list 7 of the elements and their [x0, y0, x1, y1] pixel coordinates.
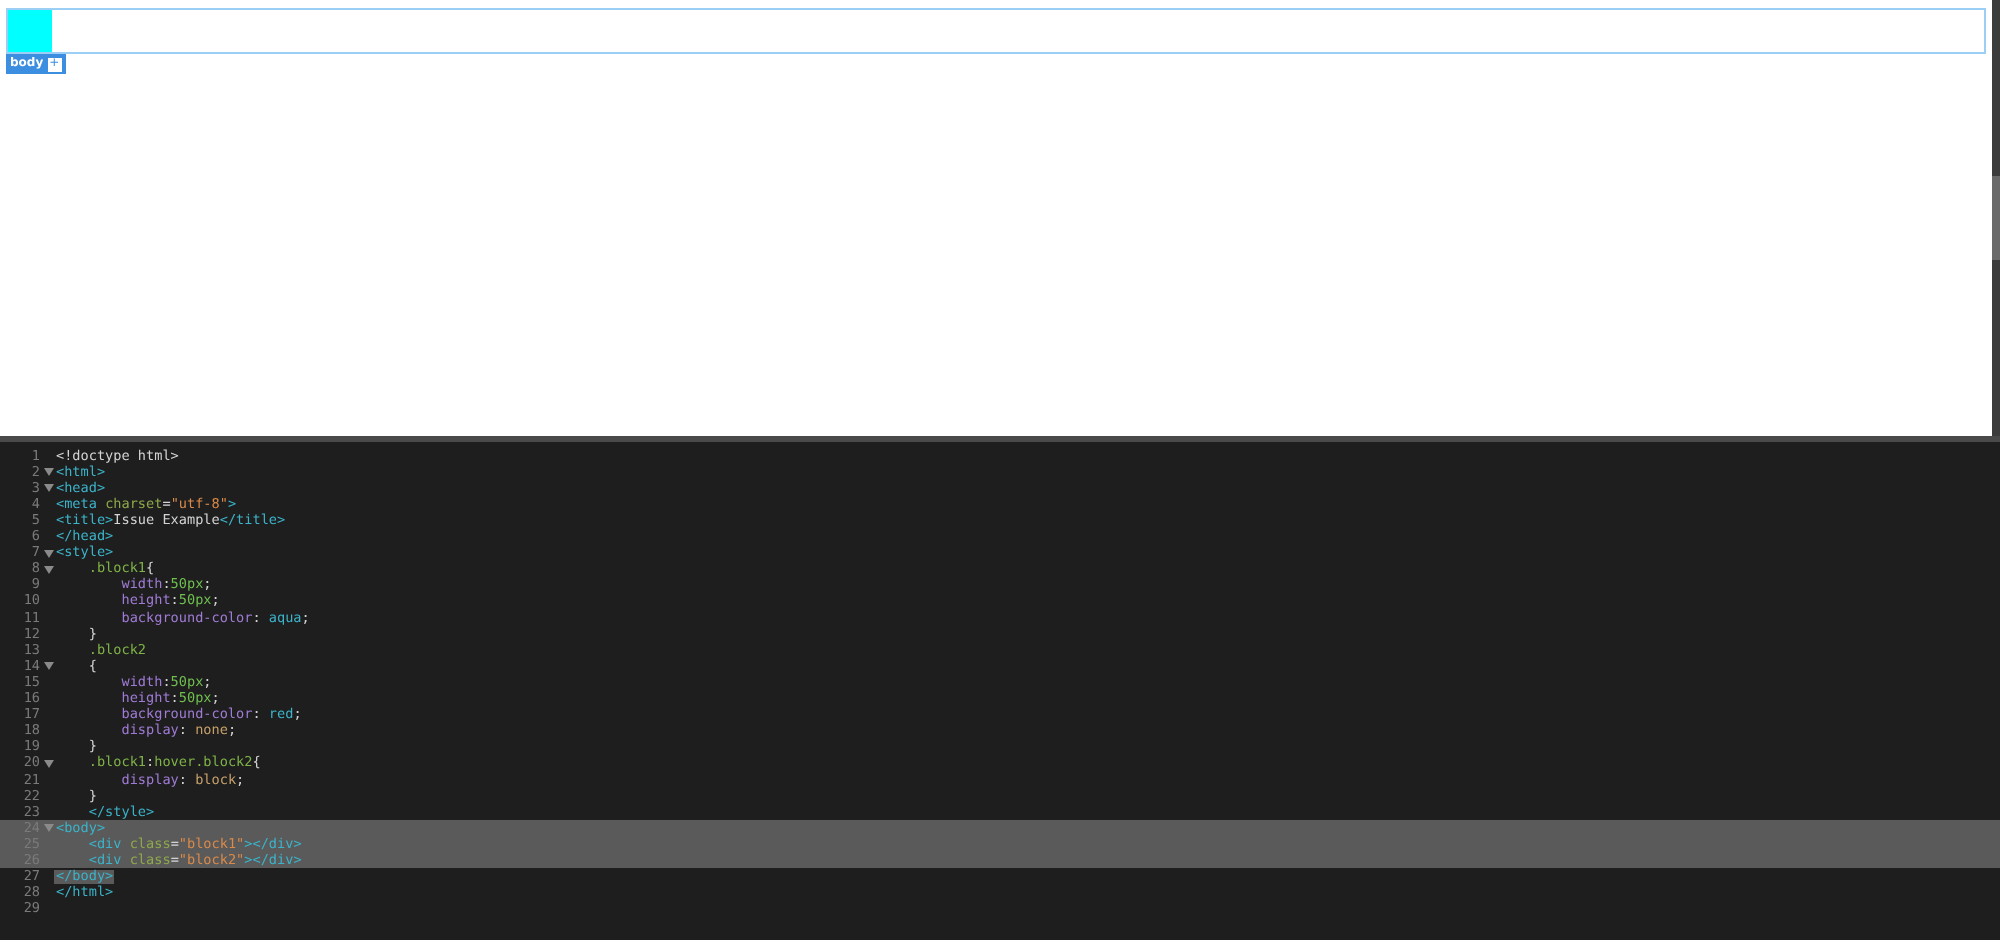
fold-arrow-icon[interactable] — [43, 484, 53, 493]
fold-arrow-icon[interactable] — [43, 468, 53, 477]
fold-arrow-icon[interactable] — [43, 759, 53, 768]
fold-arrow-icon[interactable] — [43, 549, 53, 558]
fold-arrow-icon[interactable] — [43, 662, 53, 671]
scrollbar[interactable] — [1992, 0, 2000, 436]
fold-arrow-icon[interactable] — [43, 565, 53, 574]
